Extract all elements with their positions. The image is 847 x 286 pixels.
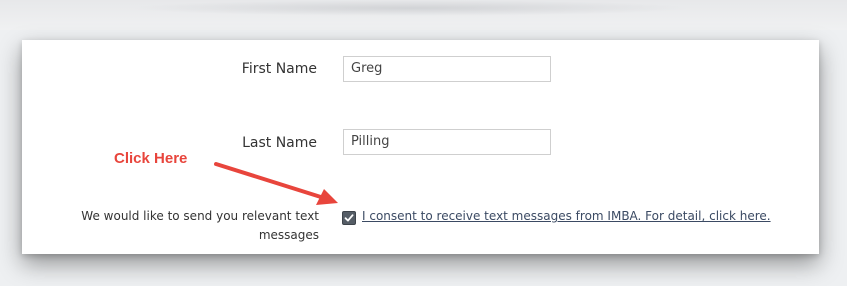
consent-checkbox[interactable] (342, 211, 356, 225)
consent-prompt-text: We would like to send you relevant text … (81, 209, 319, 242)
consent-link[interactable]: I consent to receive text messages from … (362, 207, 771, 226)
click-here-annotation: Click Here (114, 150, 188, 167)
first-name-input[interactable]: Greg (343, 56, 551, 82)
registration-form-card: First Name Greg Last Name Pilling Click … (22, 40, 819, 254)
first-name-label: First Name (241, 61, 317, 77)
blurred-header-strip (0, 0, 847, 30)
last-name-input[interactable]: Pilling (343, 129, 551, 155)
annotation-arrow-icon (214, 162, 338, 205)
checkbox-check-icon (344, 214, 354, 222)
last-name-label: Last Name (242, 135, 317, 151)
page-background-gutter (817, 30, 847, 286)
